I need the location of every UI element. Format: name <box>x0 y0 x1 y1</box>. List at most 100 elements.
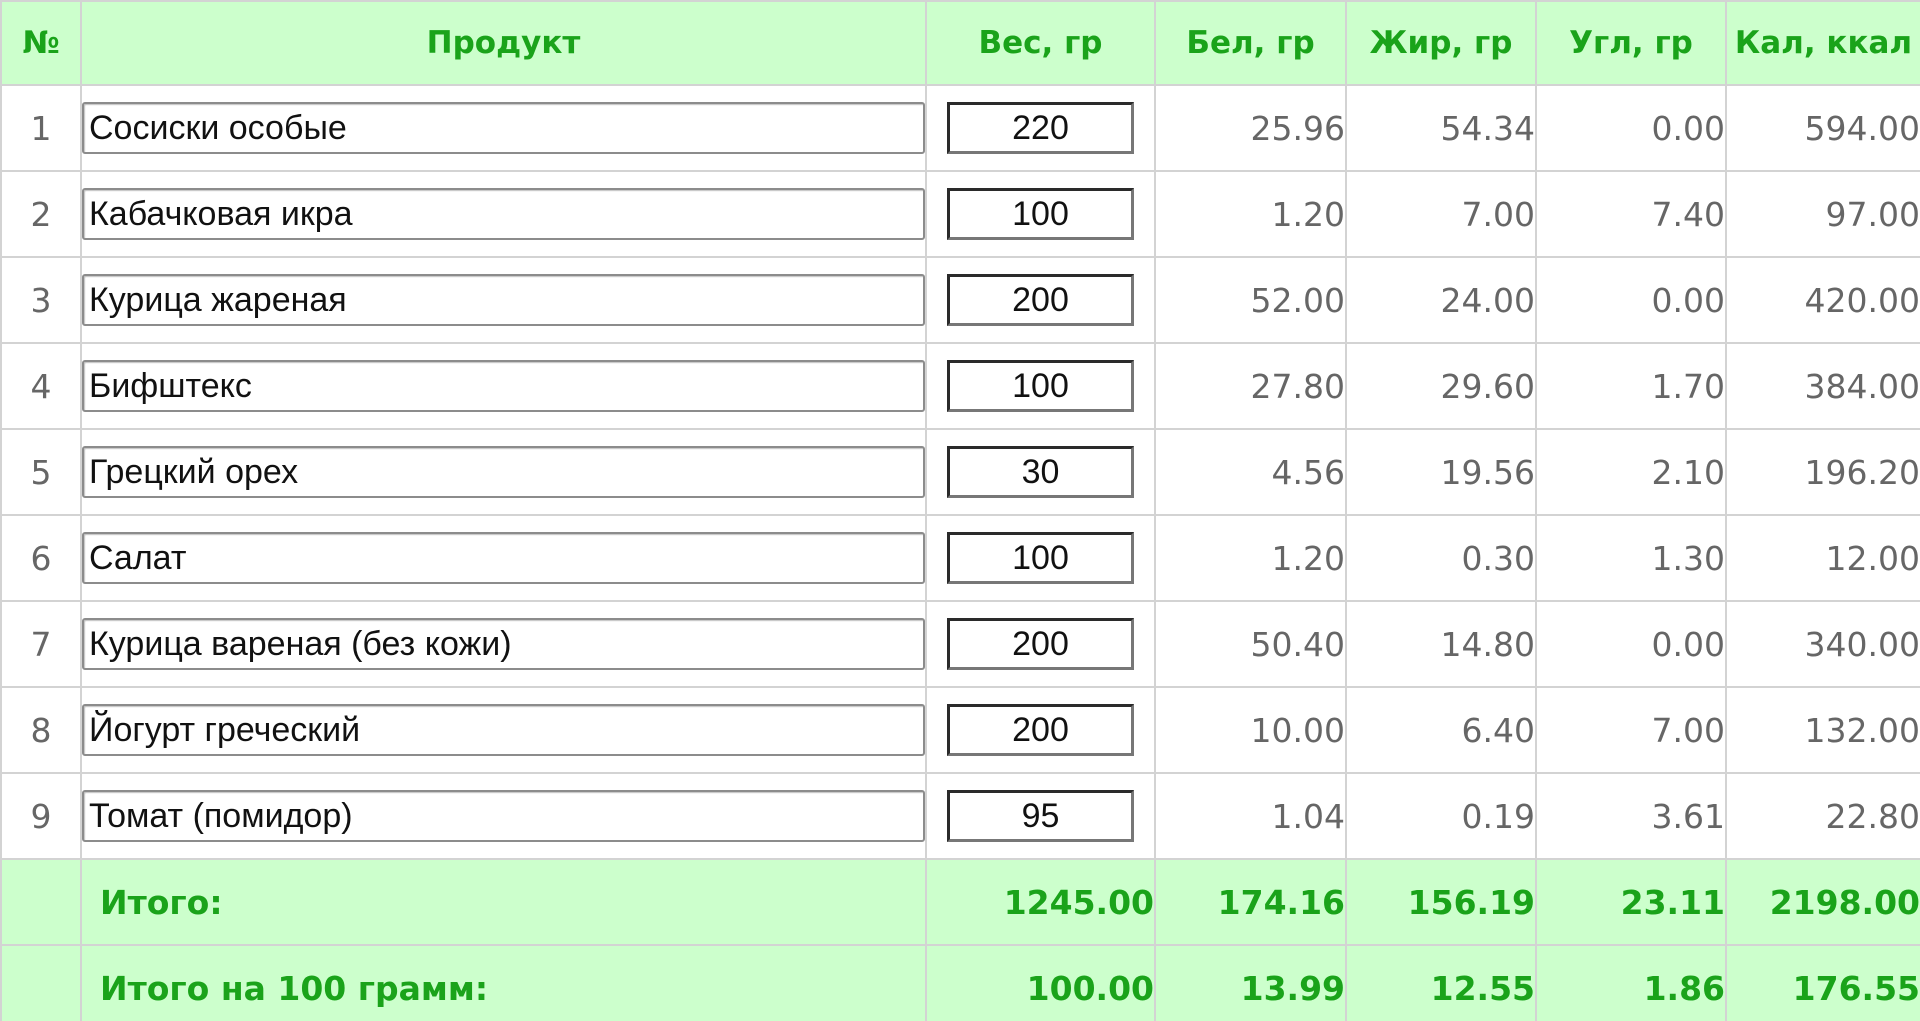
header-calories: Кал, ккал <box>1725 0 1920 86</box>
total-weight: 100.00 <box>925 944 1156 1021</box>
weight-cell: 100 <box>925 514 1156 602</box>
total-fat: 156.19 <box>1345 858 1537 946</box>
carbs-value: 1.70 <box>1535 342 1727 430</box>
protein-value: 1.04 <box>1154 772 1347 860</box>
carbs-value: 0.00 <box>1535 256 1727 344</box>
product-cell: Салат <box>80 514 927 602</box>
product-name-input[interactable]: Бифштекс <box>82 360 925 412</box>
weight-input[interactable]: 95 <box>947 790 1134 842</box>
table-row: 1 Сосиски особые 220 25.96 54.34 0.00 594.00 <box>0 84 1920 172</box>
table-row: 2 Кабачковая икра 100 1.20 7.00 7.40 97.00 <box>0 170 1920 258</box>
product-name-input[interactable]: Томат (помидор) <box>82 790 925 842</box>
product-name-input[interactable]: Кабачковая икра <box>82 188 925 240</box>
row-number: 9 <box>0 772 82 860</box>
nutrition-table: № Продукт Вес, гр Бел, гр Жир, гр Угл, г… <box>0 0 1920 1021</box>
header-num: № <box>0 0 82 86</box>
product-name-input[interactable]: Салат <box>82 532 925 584</box>
protein-value: 27.80 <box>1154 342 1347 430</box>
table-footer: Итого: 1245.00 174.16 156.19 23.11 2198.00 Ито… <box>0 858 1920 1021</box>
fat-value: 19.56 <box>1345 428 1537 516</box>
fat-value: 54.34 <box>1345 84 1537 172</box>
protein-value: 50.40 <box>1154 600 1347 688</box>
row-number: 2 <box>0 170 82 258</box>
weight-input[interactable]: 30 <box>947 446 1134 498</box>
product-cell: Кабачковая икра <box>80 170 927 258</box>
calories-value: 97.00 <box>1725 170 1920 258</box>
weight-cell: 30 <box>925 428 1156 516</box>
row-number: 5 <box>0 428 82 516</box>
product-cell: Томат (помидор) <box>80 772 927 860</box>
protein-value: 52.00 <box>1154 256 1347 344</box>
calories-value: 132.00 <box>1725 686 1920 774</box>
product-name-input[interactable]: Йогурт греческий <box>82 704 925 756</box>
calories-value: 22.80 <box>1725 772 1920 860</box>
total-fat: 12.55 <box>1345 944 1537 1021</box>
weight-cell: 200 <box>925 686 1156 774</box>
weight-input[interactable]: 200 <box>947 274 1134 326</box>
header-product: Продукт <box>80 0 927 86</box>
product-cell: Бифштекс <box>80 342 927 430</box>
carbs-value: 1.30 <box>1535 514 1727 602</box>
calories-value: 340.00 <box>1725 600 1920 688</box>
total-protein: 13.99 <box>1154 944 1347 1021</box>
product-cell: Сосиски особые <box>80 84 927 172</box>
calories-value: 12.00 <box>1725 514 1920 602</box>
table-row: 9 Томат (помидор) 95 1.04 0.19 3.61 22.80 <box>0 772 1920 860</box>
weight-input[interactable]: 100 <box>947 188 1134 240</box>
table-row: 7 Курица вареная (без кожи) 200 50.40 14.80 0… <box>0 600 1920 688</box>
protein-value: 4.56 <box>1154 428 1347 516</box>
fat-value: 29.60 <box>1345 342 1537 430</box>
fat-value: 24.00 <box>1345 256 1537 344</box>
header-weight: Вес, гр <box>925 0 1156 86</box>
weight-input[interactable]: 200 <box>947 704 1134 756</box>
row-number: 7 <box>0 600 82 688</box>
table-row: 4 Бифштекс 100 27.80 29.60 1.70 384.00 <box>0 342 1920 430</box>
calories-value: 594.00 <box>1725 84 1920 172</box>
total-row: Итого: 1245.00 174.16 156.19 23.11 2198.00 <box>0 858 1920 946</box>
fat-value: 6.40 <box>1345 686 1537 774</box>
product-name-input[interactable]: Курица вареная (без кожи) <box>82 618 925 670</box>
table-row: 8 Йогурт греческий 200 10.00 6.40 7.00 132.00 <box>0 686 1920 774</box>
product-name-input[interactable]: Курица жареная <box>82 274 925 326</box>
row-number: 6 <box>0 514 82 602</box>
product-cell: Грецкий орех <box>80 428 927 516</box>
row-number: 4 <box>0 342 82 430</box>
protein-value: 25.96 <box>1154 84 1347 172</box>
carbs-value: 7.40 <box>1535 170 1727 258</box>
carbs-value: 0.00 <box>1535 84 1727 172</box>
weight-input[interactable]: 100 <box>947 532 1134 584</box>
total-calories: 2198.00 <box>1725 858 1920 946</box>
total-blank-cell <box>0 944 82 1021</box>
total-per-100g-row: Итого на 100 грамм: 100.00 13.99 12.55 1.86 1… <box>0 944 1920 1021</box>
table-row: 6 Салат 100 1.20 0.30 1.30 12.00 <box>0 514 1920 602</box>
carbs-value: 3.61 <box>1535 772 1727 860</box>
total-carbs: 23.11 <box>1535 858 1727 946</box>
weight-input[interactable]: 200 <box>947 618 1134 670</box>
carbs-value: 7.00 <box>1535 686 1727 774</box>
weight-input[interactable]: 220 <box>947 102 1134 154</box>
total-carbs: 1.86 <box>1535 944 1727 1021</box>
fat-value: 0.19 <box>1345 772 1537 860</box>
protein-value: 10.00 <box>1154 686 1347 774</box>
protein-value: 1.20 <box>1154 170 1347 258</box>
header-carbs: Угл, гр <box>1535 0 1727 86</box>
calories-value: 196.20 <box>1725 428 1920 516</box>
protein-value: 1.20 <box>1154 514 1347 602</box>
product-cell: Йогурт греческий <box>80 686 927 774</box>
product-name-input[interactable]: Грецкий орех <box>82 446 925 498</box>
weight-cell: 100 <box>925 170 1156 258</box>
product-name-input[interactable]: Сосиски особые <box>82 102 925 154</box>
calories-value: 384.00 <box>1725 342 1920 430</box>
weight-input[interactable]: 100 <box>947 360 1134 412</box>
total-label: Итого: <box>80 858 927 946</box>
weight-cell: 200 <box>925 600 1156 688</box>
header-row: № Продукт Вес, гр Бел, гр Жир, гр Угл, г… <box>0 0 1920 86</box>
row-number: 3 <box>0 256 82 344</box>
weight-cell: 95 <box>925 772 1156 860</box>
table-header: № Продукт Вес, гр Бел, гр Жир, гр Угл, г… <box>0 0 1920 86</box>
product-cell: Курица жареная <box>80 256 927 344</box>
total-calories: 176.55 <box>1725 944 1920 1021</box>
total-blank-cell <box>0 858 82 946</box>
total-label: Итого на 100 грамм: <box>80 944 927 1021</box>
total-protein: 174.16 <box>1154 858 1347 946</box>
